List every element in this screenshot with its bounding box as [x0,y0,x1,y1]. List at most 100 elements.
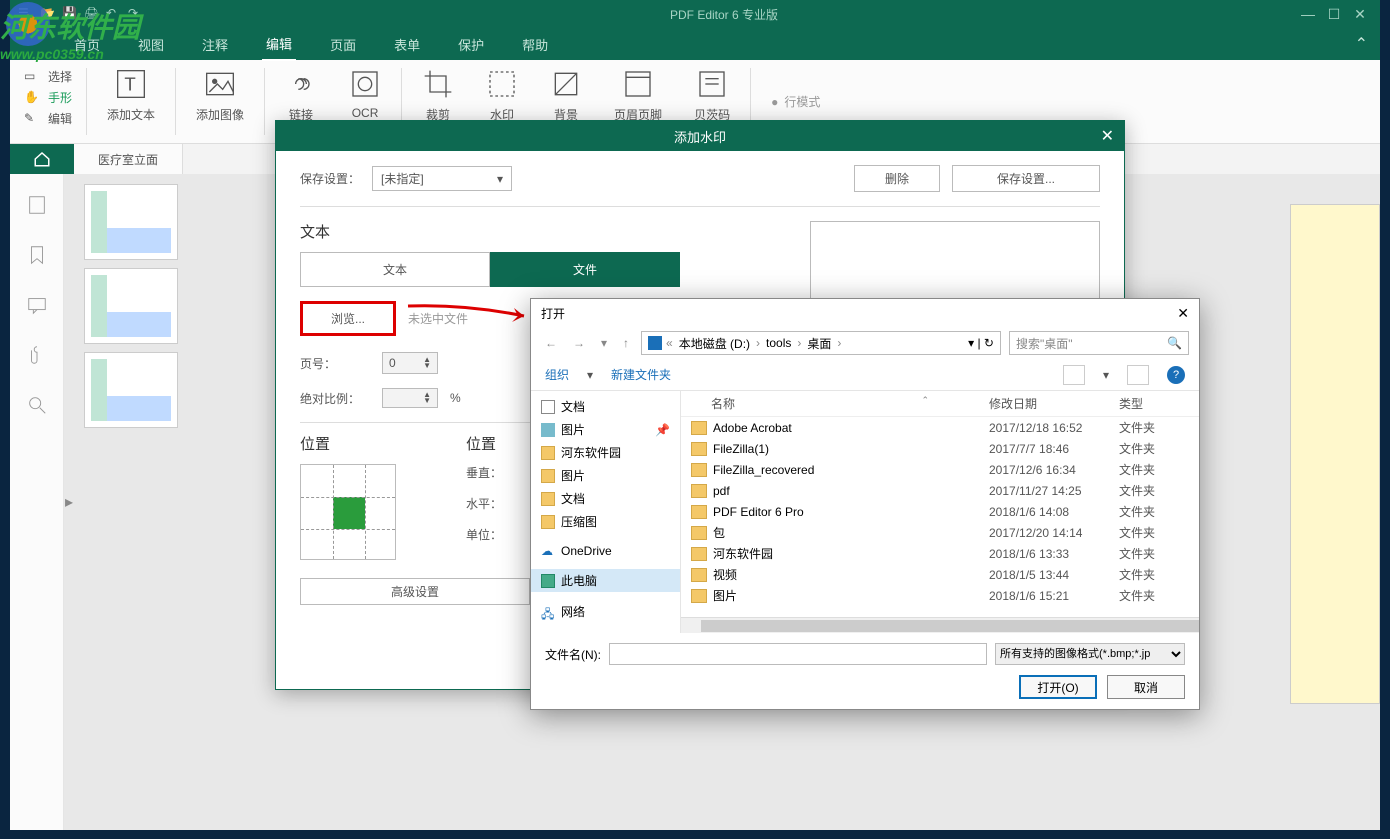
new-folder-button[interactable]: 新建文件夹 [611,366,671,383]
nav-recent-icon[interactable]: ▾ [597,334,611,352]
menu-form[interactable]: 表单 [390,29,424,60]
print-icon[interactable]: 🖨 [84,6,100,22]
open-button[interactable]: 打开(O) [1019,675,1097,699]
help-icon[interactable]: ? [1167,366,1185,384]
attachments-icon[interactable] [26,344,48,366]
menu-view[interactable]: 视图 [134,29,168,60]
nav-up-icon[interactable]: ↑ [619,334,633,352]
nav-back-icon[interactable]: ← [541,334,561,352]
horizontal-scrollbar[interactable] [681,617,1199,633]
app-menu-icon[interactable]: ☰ [18,6,34,22]
ribbon-collapse-icon[interactable]: ⌃ [1355,34,1368,54]
tool-edit[interactable]: ✎编辑 [24,110,72,127]
tool-add-text[interactable]: T 添加文本 [91,60,171,143]
watermark-close-icon[interactable]: ✕ [1101,126,1114,146]
tree-item[interactable]: 图片 [531,464,680,487]
tab-document[interactable]: 医疗室立面 [74,144,183,174]
save-settings-button[interactable]: 保存设置... [952,165,1100,192]
col-date[interactable]: 修改日期 [989,395,1119,412]
menu-protect[interactable]: 保护 [454,29,488,60]
watermark-dialog-title: 添加水印 ✕ [276,121,1124,151]
search-icon[interactable] [26,394,48,416]
folder-icon [691,547,707,561]
folder-icon [691,568,707,582]
menu-edit[interactable]: 编辑 [262,28,296,61]
browse-button[interactable]: 浏览... [300,301,396,336]
position-label: 位置 [300,433,396,454]
position2-label: 位置 [466,433,512,454]
app-title: PDF Editor 6 专业版 [152,6,1296,23]
tree-item[interactable]: 🖧网络 [531,600,680,623]
file-filter-select[interactable]: 所有支持的图像格式(*.bmp;*.jp [995,643,1185,665]
file-row[interactable]: FileZilla_recovered2017/12/6 16:34文件夹 [681,459,1199,480]
menu-page[interactable]: 页面 [326,29,360,60]
sidebar [10,174,64,830]
page-spinner[interactable]: 0▲▼ [382,352,438,374]
organize-menu[interactable]: 组织 [545,366,569,383]
tool-select[interactable]: ▭选择 [24,68,72,85]
undo-icon[interactable]: ↶ [106,6,122,22]
file-row[interactable]: pdf2017/11/27 14:25文件夹 [681,480,1199,501]
delete-button[interactable]: 删除 [854,165,940,192]
file-row[interactable]: 包2017/12/20 14:14文件夹 [681,522,1199,543]
folder-icon [691,484,707,498]
thumbnail-3[interactable] [84,352,178,428]
search-icon: 🔍 [1167,336,1182,350]
search-input[interactable]: 搜索"桌面" 🔍 [1009,331,1189,355]
filename-input[interactable] [609,643,987,665]
tree-item[interactable]: 文档 [531,487,680,510]
tree-item[interactable]: ☁OneDrive [531,541,680,561]
wm-tab-text[interactable]: 文本 [300,252,490,287]
file-row[interactable]: PDF Editor 6 Pro2018/1/6 14:08文件夹 [681,501,1199,522]
view-mode-icon[interactable] [1063,365,1085,385]
file-row[interactable]: FileZilla(1)2017/7/7 18:46文件夹 [681,438,1199,459]
save-settings-select[interactable]: [未指定]▾ [372,166,512,191]
file-dialog-close-icon[interactable]: ✕ [1177,305,1189,322]
tab-home[interactable] [10,144,74,174]
wm-tab-file[interactable]: 文件 [490,252,680,287]
menu-annotate[interactable]: 注释 [198,29,232,60]
filename-label: 文件名(N): [545,646,601,663]
path-breadcrumb[interactable]: « 本地磁盘 (D:)› tools› 桌面› ▾ | ↻ [641,331,1001,355]
titlebar: ☰ 📂 💾 🖨 ↶ ↷ PDF Editor 6 专业版 — ☐ ✕ [10,0,1380,28]
comments-icon[interactable] [26,294,48,316]
save-settings-label: 保存设置： [300,170,360,187]
tree-item[interactable]: 压缩图 [531,510,680,533]
file-row[interactable]: 图片2018/1/6 15:21文件夹 [681,585,1199,606]
folder-icon [691,442,707,456]
nav-forward-icon[interactable]: → [569,334,589,352]
bookmarks-icon[interactable] [26,244,48,266]
position-grid[interactable] [300,464,396,560]
scale-label: 绝对比例： [300,390,370,407]
file-row[interactable]: 视频2018/1/5 13:44文件夹 [681,564,1199,585]
preview-pane-icon[interactable] [1127,365,1149,385]
tree-item[interactable]: 河东软件园 [531,441,680,464]
col-name[interactable]: 名称 [691,395,981,412]
thumbnails-panel [74,174,194,830]
folder-tree: 文档图片📌河东软件园图片文档压缩图☁OneDrive此电脑🖧网络 [531,391,681,633]
scale-spinner[interactable]: ▲▼ [382,388,438,408]
close-icon[interactable]: ✕ [1348,6,1372,23]
tool-add-image[interactable]: 添加图像 [180,60,260,143]
menu-help[interactable]: 帮助 [518,29,552,60]
open-icon[interactable]: 📂 [40,6,56,22]
thumbnail-1[interactable] [84,184,178,260]
tree-item[interactable]: 图片📌 [531,418,680,441]
tool-hand[interactable]: ✋手形 [24,89,72,106]
folder-icon [691,526,707,540]
tree-item[interactable]: 此电脑 [531,569,680,592]
minimize-icon[interactable]: — [1296,6,1320,23]
col-type[interactable]: 类型 [1119,395,1189,412]
save-icon[interactable]: 💾 [62,6,78,22]
file-row[interactable]: Adobe Acrobat2017/12/18 16:52文件夹 [681,417,1199,438]
thumbnail-2[interactable] [84,268,178,344]
thumbnails-icon[interactable] [26,194,48,216]
redo-icon[interactable]: ↷ [128,6,144,22]
menu-home[interactable]: 首页 [70,29,104,60]
cancel-button[interactable]: 取消 [1107,675,1185,699]
tree-item[interactable]: 文档 [531,395,680,418]
advanced-button[interactable]: 高级设置 [300,578,530,605]
file-row[interactable]: 河东软件园2018/1/6 13:33文件夹 [681,543,1199,564]
thumbnails-toggle[interactable]: ▸ [64,174,74,830]
maximize-icon[interactable]: ☐ [1322,6,1346,23]
